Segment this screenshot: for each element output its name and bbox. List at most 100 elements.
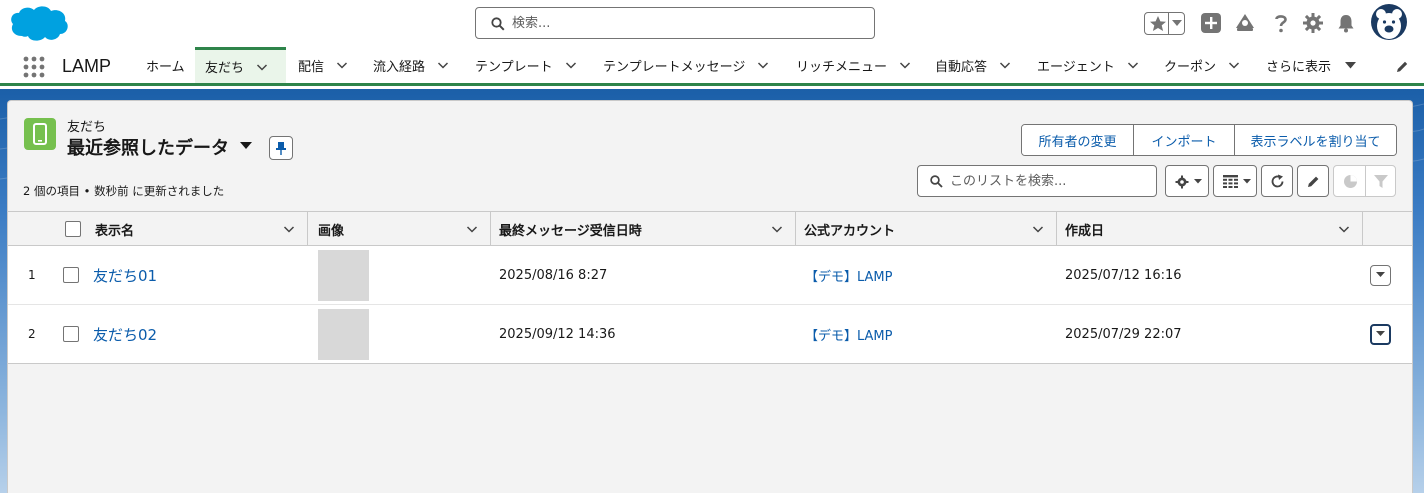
column-header-display-name[interactable]: 表示名 (87, 212, 308, 246)
notifications-bell-icon[interactable] (1335, 12, 1357, 34)
cell-official-account: 【デモ】LAMP (805, 246, 893, 304)
record-link[interactable]: 友だち02 (93, 324, 157, 345)
chevron-down-icon[interactable] (1127, 59, 1139, 71)
chevron-down-icon[interactable] (771, 223, 783, 235)
caret-down-icon (1376, 331, 1385, 336)
column-header-label: 表示名 (95, 223, 135, 239)
column-header-official-account[interactable]: 公式アカウント (796, 212, 1057, 246)
records-table: 表示名 画像 最終メッセージ受信日時 公式アカウント 作成日 1 友だち01 2… (8, 211, 1412, 364)
global-actions-plus-icon[interactable] (1200, 12, 1222, 34)
cell-image (318, 246, 369, 304)
tab-label: 友だち (205, 61, 245, 76)
setup-gear-icon[interactable] (1302, 12, 1324, 34)
column-header-created-date[interactable]: 作成日 (1057, 212, 1363, 246)
list-search[interactable] (917, 165, 1157, 197)
row-actions-button[interactable] (1370, 264, 1391, 286)
tab-coupon[interactable]: クーポン (1154, 47, 1250, 83)
friends-object-icon (24, 118, 56, 150)
tab-home[interactable]: ホーム (136, 47, 195, 83)
row-number-header (8, 212, 53, 246)
chevron-down-icon[interactable] (283, 223, 295, 235)
chevron-down-icon[interactable] (1228, 59, 1240, 71)
tab-rich-menu[interactable]: リッチメニュー (786, 47, 921, 83)
list-info-text: 2 個の項目 • 数秒前 に更新されました (23, 184, 225, 198)
row-select (63, 305, 79, 363)
record-link[interactable]: 友だち01 (93, 265, 157, 286)
row-checkbox[interactable] (63, 267, 79, 283)
row-checkbox[interactable] (63, 326, 79, 342)
chevron-down-icon[interactable] (1032, 223, 1044, 235)
column-header-image[interactable]: 画像 (310, 212, 491, 246)
inline-edit-button[interactable] (1297, 165, 1329, 197)
chevron-down-icon[interactable] (565, 59, 577, 71)
cell-row-actions (1370, 305, 1391, 363)
tab-template-message[interactable]: テンプレートメッセージ (593, 47, 779, 83)
chevron-down-icon[interactable] (999, 59, 1011, 71)
image-thumbnail (318, 308, 369, 360)
star-icon[interactable] (1148, 14, 1168, 33)
trailhead-guidance-icon[interactable] (1234, 12, 1256, 34)
select-all-checkbox[interactable] (65, 221, 81, 237)
cell-created-date: 2025/07/29 22:07 (1065, 326, 1182, 342)
tab-label: エージェント (1037, 59, 1115, 75)
search-icon (491, 17, 505, 31)
help-icon[interactable] (1270, 12, 1292, 34)
tab-agent[interactable]: エージェント (1027, 47, 1149, 83)
cell-image (318, 305, 369, 363)
tab-delivery[interactable]: 配信 (288, 47, 358, 83)
filter-icon[interactable] (1374, 175, 1388, 189)
refresh-icon (1271, 174, 1284, 188)
display-as-table-button[interactable] (1213, 165, 1257, 197)
user-avatar[interactable] (1371, 4, 1407, 40)
column-header-label: 公式アカウント (804, 223, 896, 239)
list-view-controls-button[interactable] (1165, 165, 1209, 197)
tab-label: クーポン (1164, 59, 1217, 75)
row-number: 2 (28, 327, 36, 341)
cell-official-account: 【デモ】LAMP (805, 305, 893, 363)
pencil-icon (1308, 176, 1319, 187)
gear-icon (1175, 175, 1189, 189)
change-owner-button[interactable]: 所有者の変更 (1022, 125, 1134, 155)
chevron-down-icon[interactable] (466, 223, 478, 235)
cell-created-date: 2025/07/12 16:16 (1065, 267, 1182, 283)
column-header-last-message[interactable]: 最終メッセージ受信日時 (491, 212, 796, 246)
cell-row-actions (1370, 246, 1391, 304)
chevron-down-icon[interactable] (899, 59, 911, 71)
chevron-down-icon[interactable] (1338, 223, 1350, 235)
list-view-picker-caret-icon[interactable] (240, 142, 252, 150)
refresh-button[interactable] (1261, 165, 1293, 197)
account-link[interactable]: 【デモ】LAMP (805, 266, 893, 285)
global-search[interactable] (475, 7, 875, 39)
tab-inflow-route[interactable]: 流入経路 (363, 47, 459, 83)
divider (1168, 13, 1169, 34)
chevron-down-icon[interactable] (256, 61, 268, 73)
cell-display-name: 友だち02 (93, 305, 157, 363)
chevron-down-icon[interactable] (437, 59, 449, 71)
tab-friends[interactable]: 友だち (195, 47, 286, 83)
import-button[interactable]: インポート (1134, 125, 1235, 155)
list-view-title[interactable]: 最近参照したデータ (67, 134, 229, 160)
list-search-input[interactable] (950, 171, 1150, 191)
pie-chart-icon[interactable] (1343, 174, 1358, 189)
tab-label: 配信 (298, 59, 325, 75)
chevron-down-icon[interactable] (757, 59, 769, 71)
chevron-down-icon[interactable] (336, 59, 348, 71)
caret-down-icon (1376, 272, 1385, 277)
assign-label-button[interactable]: 表示ラベルを割り当て (1235, 125, 1396, 155)
salesforce-logo[interactable] (8, 4, 70, 44)
tab-auto-reply[interactable]: 自動応答 (925, 47, 1021, 83)
table-row: 2 友だち02 2025/09/12 14:36 【デモ】LAMP 2025/0… (8, 305, 1412, 364)
edit-nav-pencil-icon[interactable] (1395, 60, 1409, 74)
row-select (63, 246, 79, 304)
account-link[interactable]: 【デモ】LAMP (805, 325, 893, 344)
row-number: 1 (28, 268, 36, 282)
favorites-menu-chevron-icon[interactable] (1172, 20, 1182, 27)
tab-template[interactable]: テンプレート (465, 47, 587, 83)
caret-down-icon (1243, 179, 1251, 184)
global-search-input[interactable] (512, 13, 852, 33)
tab-more[interactable]: さらに表示 (1256, 47, 1366, 83)
row-actions-button[interactable] (1370, 323, 1391, 345)
tab-label: テンプレートメッセージ (603, 59, 746, 75)
app-launcher-grid-icon[interactable] (23, 56, 45, 78)
pin-list-view-button[interactable] (269, 136, 293, 160)
